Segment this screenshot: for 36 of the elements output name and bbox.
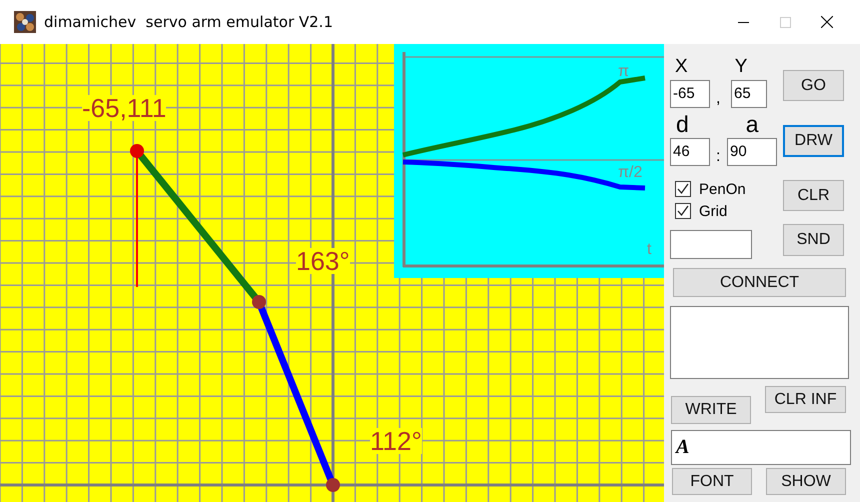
button[interactable]: SND bbox=[783, 224, 844, 256]
checkbox[interactable] bbox=[675, 181, 691, 197]
point-coordinates: -65,111 bbox=[82, 95, 166, 121]
time-axis-label: t bbox=[647, 242, 652, 258]
pi-label: π bbox=[618, 64, 630, 80]
button[interactable]: WRITE bbox=[671, 396, 751, 424]
elbow-angle: 163° bbox=[296, 248, 350, 274]
font-sample: A bbox=[676, 436, 690, 459]
app-icon bbox=[14, 11, 36, 33]
d-input[interactable]: 46 bbox=[670, 138, 710, 166]
button[interactable]: FONT bbox=[672, 468, 752, 495]
button[interactable]: DRW bbox=[783, 125, 844, 157]
maximize-icon bbox=[780, 16, 790, 28]
button[interactable]: CLR INF bbox=[765, 386, 846, 413]
y-label: Y bbox=[734, 57, 748, 76]
comma-separator: , bbox=[716, 90, 722, 108]
a-label: a bbox=[746, 113, 759, 136]
text-input[interactable] bbox=[670, 230, 752, 259]
window-title: dimamichev servo arm emulator V2.1 bbox=[44, 13, 334, 31]
x-input[interactable]: -65 bbox=[670, 80, 710, 108]
colon-separator: : bbox=[716, 148, 722, 166]
y-input[interactable]: 65 bbox=[731, 80, 767, 108]
button[interactable]: SHOW bbox=[766, 468, 846, 495]
x-label: X bbox=[675, 57, 688, 76]
checkbox-label: Grid bbox=[699, 202, 728, 220]
base-angle: 112° bbox=[370, 428, 422, 454]
close-icon bbox=[821, 16, 833, 28]
info-text-area[interactable] bbox=[670, 306, 849, 379]
button[interactable]: GO bbox=[783, 70, 844, 101]
checkbox-label: PenOn bbox=[699, 180, 746, 198]
button[interactable]: CLR bbox=[783, 180, 844, 211]
half-pi-label: π/2 bbox=[618, 165, 642, 181]
checkbox[interactable] bbox=[675, 203, 691, 219]
button[interactable]: CONNECT bbox=[673, 268, 846, 297]
a-input[interactable]: 90 bbox=[727, 138, 777, 166]
d-label: d bbox=[676, 113, 689, 136]
